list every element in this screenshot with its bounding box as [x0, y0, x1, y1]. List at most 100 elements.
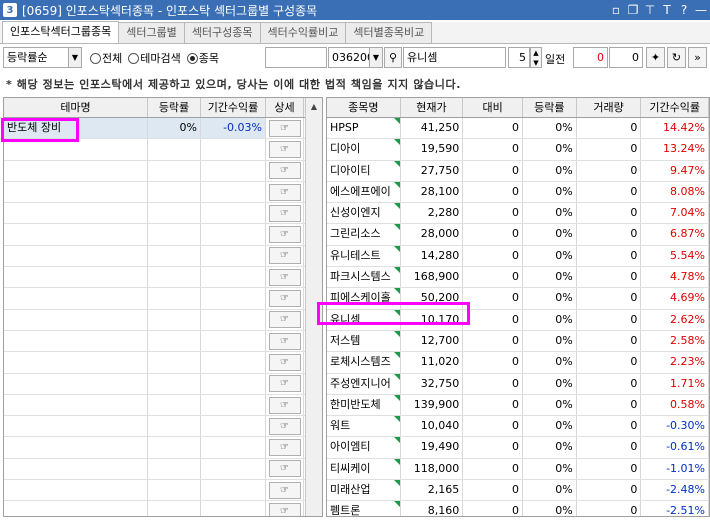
detail-icon[interactable]: ☞: [268, 226, 301, 244]
detail-icon[interactable]: ☞: [268, 417, 301, 435]
sparkle-icon[interactable]: ✦: [646, 47, 665, 68]
empty-field[interactable]: [265, 47, 327, 68]
table-row[interactable]: 디아이 19,590 0 0% 0 13.24%: [327, 139, 709, 161]
detail-icon[interactable]: ☞: [268, 204, 301, 222]
search-icon[interactable]: ⚲: [384, 47, 402, 68]
detail-icon[interactable]: ☞: [268, 162, 301, 180]
detail-icon[interactable]: ☞: [268, 332, 301, 350]
minimize-icon[interactable]: —: [694, 2, 708, 18]
table-row[interactable]: 주성엔지니어 32,750 0 0% 0 1.71%: [327, 373, 709, 395]
detail-icon[interactable]: ☞: [268, 290, 301, 308]
radio-all[interactable]: 전체: [90, 50, 122, 66]
font-size-icon[interactable]: T: [660, 2, 674, 18]
detail-button[interactable]: ☞: [266, 181, 304, 203]
table-row[interactable]: ☞: [4, 501, 322, 516]
table-row[interactable]: 유니테스트 14,280 0 0% 0 5.54%: [327, 245, 709, 268]
detail-icon[interactable]: ☞: [268, 311, 301, 329]
table-row[interactable]: 파크시스템스 168,900 0 0% 0 4.78%: [327, 267, 709, 289]
header-volume[interactable]: 거래량: [577, 98, 642, 117]
table-row[interactable]: ☞: [4, 416, 322, 438]
table-row[interactable]: ☞: [4, 203, 322, 225]
table-row[interactable]: 신성이엔지 2,280 0 0% 0 7.04%: [327, 203, 709, 225]
table-row[interactable]: ☞: [4, 160, 322, 182]
detail-button[interactable]: ☞: [266, 309, 304, 330]
pin-icon[interactable]: ⊤: [643, 2, 657, 18]
header-stock-name[interactable]: 종목명: [327, 98, 401, 117]
header-change[interactable]: 등락률: [148, 98, 201, 117]
detail-icon[interactable]: ☞: [268, 396, 301, 414]
table-row[interactable]: ☞: [4, 267, 322, 289]
period-stepper-icon[interactable]: ▲ ▼: [530, 47, 542, 68]
table-row[interactable]: ☞: [4, 181, 322, 204]
detail-button[interactable]: ☞: [266, 394, 304, 416]
stock-code-input[interactable]: 036200: [328, 47, 370, 68]
radio-stock[interactable]: 종목: [186, 50, 219, 66]
table-row[interactable]: ☞: [4, 330, 322, 353]
tab-sector-components[interactable]: 섹터구성종목: [183, 22, 261, 43]
code-chevron-down-icon[interactable]: ▼: [369, 47, 383, 68]
table-row[interactable]: 워트 10,040 0 0% 0 -0.30%: [327, 416, 709, 438]
table-row[interactable]: ☞: [4, 373, 322, 395]
detail-icon[interactable]: ☞: [268, 183, 301, 201]
table-row[interactable]: ☞: [4, 224, 322, 246]
detail-icon[interactable]: ☞: [268, 119, 301, 137]
next-icon[interactable]: »: [688, 47, 707, 68]
tab-infostock-sector-group[interactable]: 인포스탁섹터그룹종목: [2, 21, 120, 43]
detail-button[interactable]: ☞: [266, 416, 304, 437]
detail-icon[interactable]: ☞: [268, 460, 301, 478]
table-row[interactable]: ☞: [4, 309, 322, 331]
table-row[interactable]: ☞: [4, 245, 322, 268]
table-row[interactable]: 미래산업 2,165 0 0% 0 -2.48%: [327, 480, 709, 502]
table-row[interactable]: 펨트론 8,160 0 0% 0 -2.51%: [327, 501, 709, 516]
header-stock-change[interactable]: 등락률: [523, 98, 577, 117]
table-row[interactable]: 에스에프에이 28,100 0 0% 0 8.08%: [327, 181, 709, 204]
detail-button[interactable]: ☞: [266, 139, 304, 160]
table-row[interactable]: 로체시스템즈 11,020 0 0% 0 2.23%: [327, 352, 709, 374]
help-icon[interactable]: ?: [677, 2, 691, 18]
table-row[interactable]: ☞: [4, 437, 322, 459]
table-row[interactable]: 아이엠티 19,490 0 0% 0 -0.61%: [327, 437, 709, 459]
refresh-icon[interactable]: ↻: [667, 47, 686, 68]
detail-button[interactable]: ☞: [266, 245, 304, 267]
header-price[interactable]: 현재가: [401, 98, 464, 117]
detail-button[interactable]: ☞: [266, 437, 304, 458]
table-row[interactable]: ☞: [4, 139, 322, 161]
detail-icon[interactable]: ☞: [268, 247, 301, 265]
detail-icon[interactable]: ☞: [268, 268, 301, 286]
copy-icon[interactable]: ❐: [626, 2, 640, 18]
header-period-return[interactable]: 기간수익률: [201, 98, 266, 117]
detail-icon[interactable]: ☞: [268, 502, 301, 516]
table-row[interactable]: 그린리소스 28,000 0 0% 0 6.87%: [327, 224, 709, 246]
detail-button[interactable]: ☞: [266, 501, 304, 516]
radio-all-circle[interactable]: [90, 52, 101, 64]
tab-sector-stock-compare[interactable]: 섹터별종목비교: [345, 22, 433, 43]
detail-button[interactable]: ☞: [266, 160, 304, 181]
tab-sector-return-compare[interactable]: 섹터수익률비교: [259, 22, 347, 43]
table-row[interactable]: ☞: [4, 288, 322, 310]
table-row[interactable]: 한미반도체 139,900 0 0% 0 0.58%: [327, 394, 709, 417]
detail-icon[interactable]: ☞: [268, 353, 301, 371]
detail-button[interactable]: ☞: [266, 203, 304, 224]
tab-sector-group[interactable]: 섹터그룹별: [118, 22, 185, 43]
table-row[interactable]: 티씨케이 118,000 0 0% 0 -1.01%: [327, 458, 709, 481]
detail-button[interactable]: ☞: [266, 118, 304, 139]
table-row[interactable]: 디아이티 27,750 0 0% 0 9.47%: [327, 160, 709, 182]
value-b-field[interactable]: 0: [609, 47, 643, 68]
radio-theme-circle[interactable]: [128, 52, 140, 64]
detail-icon[interactable]: ☞: [268, 375, 301, 393]
detail-icon[interactable]: ☞: [268, 140, 301, 158]
radio-stock-circle[interactable]: [186, 52, 198, 64]
chevron-down-icon[interactable]: ▼: [68, 47, 82, 68]
detail-button[interactable]: ☞: [266, 288, 304, 309]
table-row[interactable]: 저스템 12,700 0 0% 0 2.58%: [327, 330, 709, 353]
detail-button[interactable]: ☞: [266, 480, 304, 501]
table-row[interactable]: ☞: [4, 458, 322, 481]
restore-icon[interactable]: ▫: [609, 2, 623, 18]
detail-button[interactable]: ☞: [266, 458, 304, 480]
period-input[interactable]: 5: [508, 47, 530, 68]
scroll-up-icon[interactable]: ▲: [306, 98, 322, 115]
table-row[interactable]: HPSP 41,250 0 0% 0 14.42%: [327, 118, 709, 140]
detail-icon[interactable]: ☞: [268, 481, 301, 499]
value-a-field[interactable]: 0: [573, 47, 608, 68]
table-row[interactable]: ☞: [4, 480, 322, 502]
